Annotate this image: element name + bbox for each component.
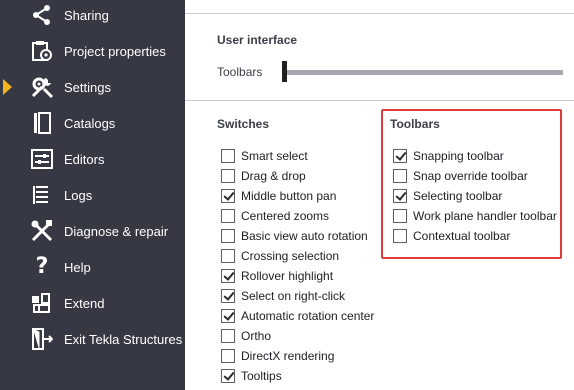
- extend-icon: [30, 291, 54, 315]
- settings-panel: User interface Toolbars Switches Smart s…: [185, 0, 574, 390]
- checkbox-label: Smart select: [241, 149, 308, 163]
- sidebar-item-label: Project properties: [64, 43, 166, 59]
- checkbox-rollover-highlight[interactable]: Rollover highlight: [221, 267, 333, 285]
- checkbox-label: Drag & drop: [241, 169, 306, 183]
- divider: [185, 100, 574, 101]
- project-properties-icon: [30, 39, 54, 63]
- checkbox-box[interactable]: [393, 229, 407, 243]
- checkbox-label: Selecting toolbar: [413, 189, 503, 203]
- checkbox-box[interactable]: [393, 169, 407, 183]
- checkbox-label: Rollover highlight: [241, 269, 334, 283]
- checkbox-box[interactable]: [221, 149, 235, 163]
- checkbox-box[interactable]: [393, 189, 407, 203]
- sidebar-item-label: Editors: [64, 151, 105, 167]
- checkbox-middle-button-pan[interactable]: Middle button pan: [221, 187, 336, 205]
- checkbox-label: Snapping toolbar: [413, 149, 504, 163]
- checkbox-label: Crossing selection: [241, 249, 340, 263]
- sidebar-item-editors[interactable]: Editors: [0, 141, 185, 177]
- sidebar-item-catalogs[interactable]: Catalogs: [0, 105, 185, 141]
- toolbars-title: Toolbars: [390, 117, 440, 131]
- logs-icon: [30, 183, 54, 207]
- settings-icon: [30, 75, 54, 99]
- checkbox-label: Select on right-click: [241, 289, 346, 303]
- active-indicator: [3, 79, 12, 95]
- toolbars-slider-label: Toolbars: [217, 65, 263, 79]
- sidebar-item-diagnose-repair[interactable]: Diagnose & repair: [0, 213, 185, 249]
- checkbox-box[interactable]: [221, 329, 235, 343]
- checkbox-smart-select[interactable]: Smart select: [221, 147, 308, 165]
- help-icon: ?: [35, 254, 49, 279]
- share-icon: [30, 3, 54, 27]
- switches-title: Switches: [217, 117, 270, 131]
- sidebar-item-label: Catalogs: [64, 115, 116, 131]
- sidebar-item-settings[interactable]: Settings: [0, 69, 185, 105]
- checkbox-box[interactable]: [393, 209, 407, 223]
- checkbox-centered-zooms[interactable]: Centered zooms: [221, 207, 329, 225]
- checkbox-crossing-selection[interactable]: Crossing selection: [221, 247, 339, 265]
- sidebar-item-label: Sharing: [64, 7, 109, 23]
- checkbox-label: Automatic rotation center: [241, 309, 375, 323]
- sidebar-item-label: Settings: [64, 79, 111, 95]
- checkbox-box[interactable]: [221, 189, 235, 203]
- checkbox-box[interactable]: [221, 289, 235, 303]
- sidebar-item-extend[interactable]: Extend: [0, 285, 185, 321]
- checkbox-tooltips[interactable]: Tooltips: [221, 367, 282, 385]
- divider: [185, 13, 574, 14]
- checkbox-snapping-toolbar[interactable]: Snapping toolbar: [393, 147, 504, 165]
- sidebar-item-label: Exit Tekla Structures: [64, 331, 183, 347]
- sidebar-item-label: Help: [64, 259, 91, 275]
- checkbox-box[interactable]: [221, 309, 235, 323]
- checkbox-contextual-toolbar[interactable]: Contextual toolbar: [393, 227, 510, 245]
- toolbars-slider-thumb[interactable]: [282, 61, 287, 82]
- catalogs-icon: [30, 111, 54, 135]
- sidebar-item-sharing[interactable]: Sharing: [0, 0, 185, 33]
- sidebar-item-project-properties[interactable]: Project properties: [0, 33, 185, 69]
- checkbox-label: Snap override toolbar: [413, 169, 528, 183]
- sidebar-item-exit[interactable]: Exit Tekla Structures: [0, 321, 185, 357]
- sidebar-item-label: Diagnose & repair: [64, 223, 169, 239]
- checkbox-box[interactable]: [221, 169, 235, 183]
- checkbox-box[interactable]: [221, 209, 235, 223]
- sidebar-item-label: Extend: [64, 295, 105, 311]
- checkbox-drag-drop[interactable]: Drag & drop: [221, 167, 306, 185]
- checkbox-basic-view-auto-rotation[interactable]: Basic view auto rotation: [221, 227, 368, 245]
- checkbox-label: Tooltips: [241, 369, 282, 383]
- checkbox-snap-override-toolbar[interactable]: Snap override toolbar: [393, 167, 528, 185]
- checkbox-label: Contextual toolbar: [413, 229, 511, 243]
- toolbars-slider-track[interactable]: [285, 70, 563, 75]
- checkbox-label: Basic view auto rotation: [241, 229, 368, 243]
- checkbox-select-on-right-click[interactable]: Select on right-click: [221, 287, 345, 305]
- sidebar: Sharing Project properties Settings Cata…: [0, 0, 185, 390]
- checkbox-box[interactable]: [221, 269, 235, 283]
- checkbox-box[interactable]: [221, 369, 235, 383]
- checkbox-work-plane-handler-toolbar[interactable]: Work plane handler toolbar: [393, 207, 557, 225]
- sidebar-item-logs[interactable]: Logs: [0, 177, 185, 213]
- checkbox-label: Centered zooms: [241, 209, 330, 223]
- checkbox-box[interactable]: [393, 149, 407, 163]
- checkbox-ortho[interactable]: Ortho: [221, 327, 271, 345]
- checkbox-box[interactable]: [221, 249, 235, 263]
- editors-icon: [30, 147, 54, 171]
- diagnose-repair-icon: [30, 219, 54, 243]
- checkbox-label: Ortho: [241, 329, 272, 343]
- checkbox-label: Middle button pan: [241, 189, 337, 203]
- checkbox-label: Work plane handler toolbar: [413, 209, 557, 223]
- checkbox-box[interactable]: [221, 229, 235, 243]
- sidebar-item-label: Logs: [64, 187, 93, 203]
- checkbox-directx-rendering[interactable]: DirectX rendering: [221, 347, 334, 365]
- checkbox-label: DirectX rendering: [241, 349, 335, 363]
- checkbox-box[interactable]: [221, 349, 235, 363]
- checkbox-selecting-toolbar[interactable]: Selecting toolbar: [393, 187, 502, 205]
- exit-icon: [30, 327, 54, 351]
- user-interface-title: User interface: [217, 33, 298, 47]
- checkbox-automatic-rotation-center[interactable]: Automatic rotation center: [221, 307, 374, 325]
- sidebar-item-help[interactable]: ? Help: [0, 249, 185, 285]
